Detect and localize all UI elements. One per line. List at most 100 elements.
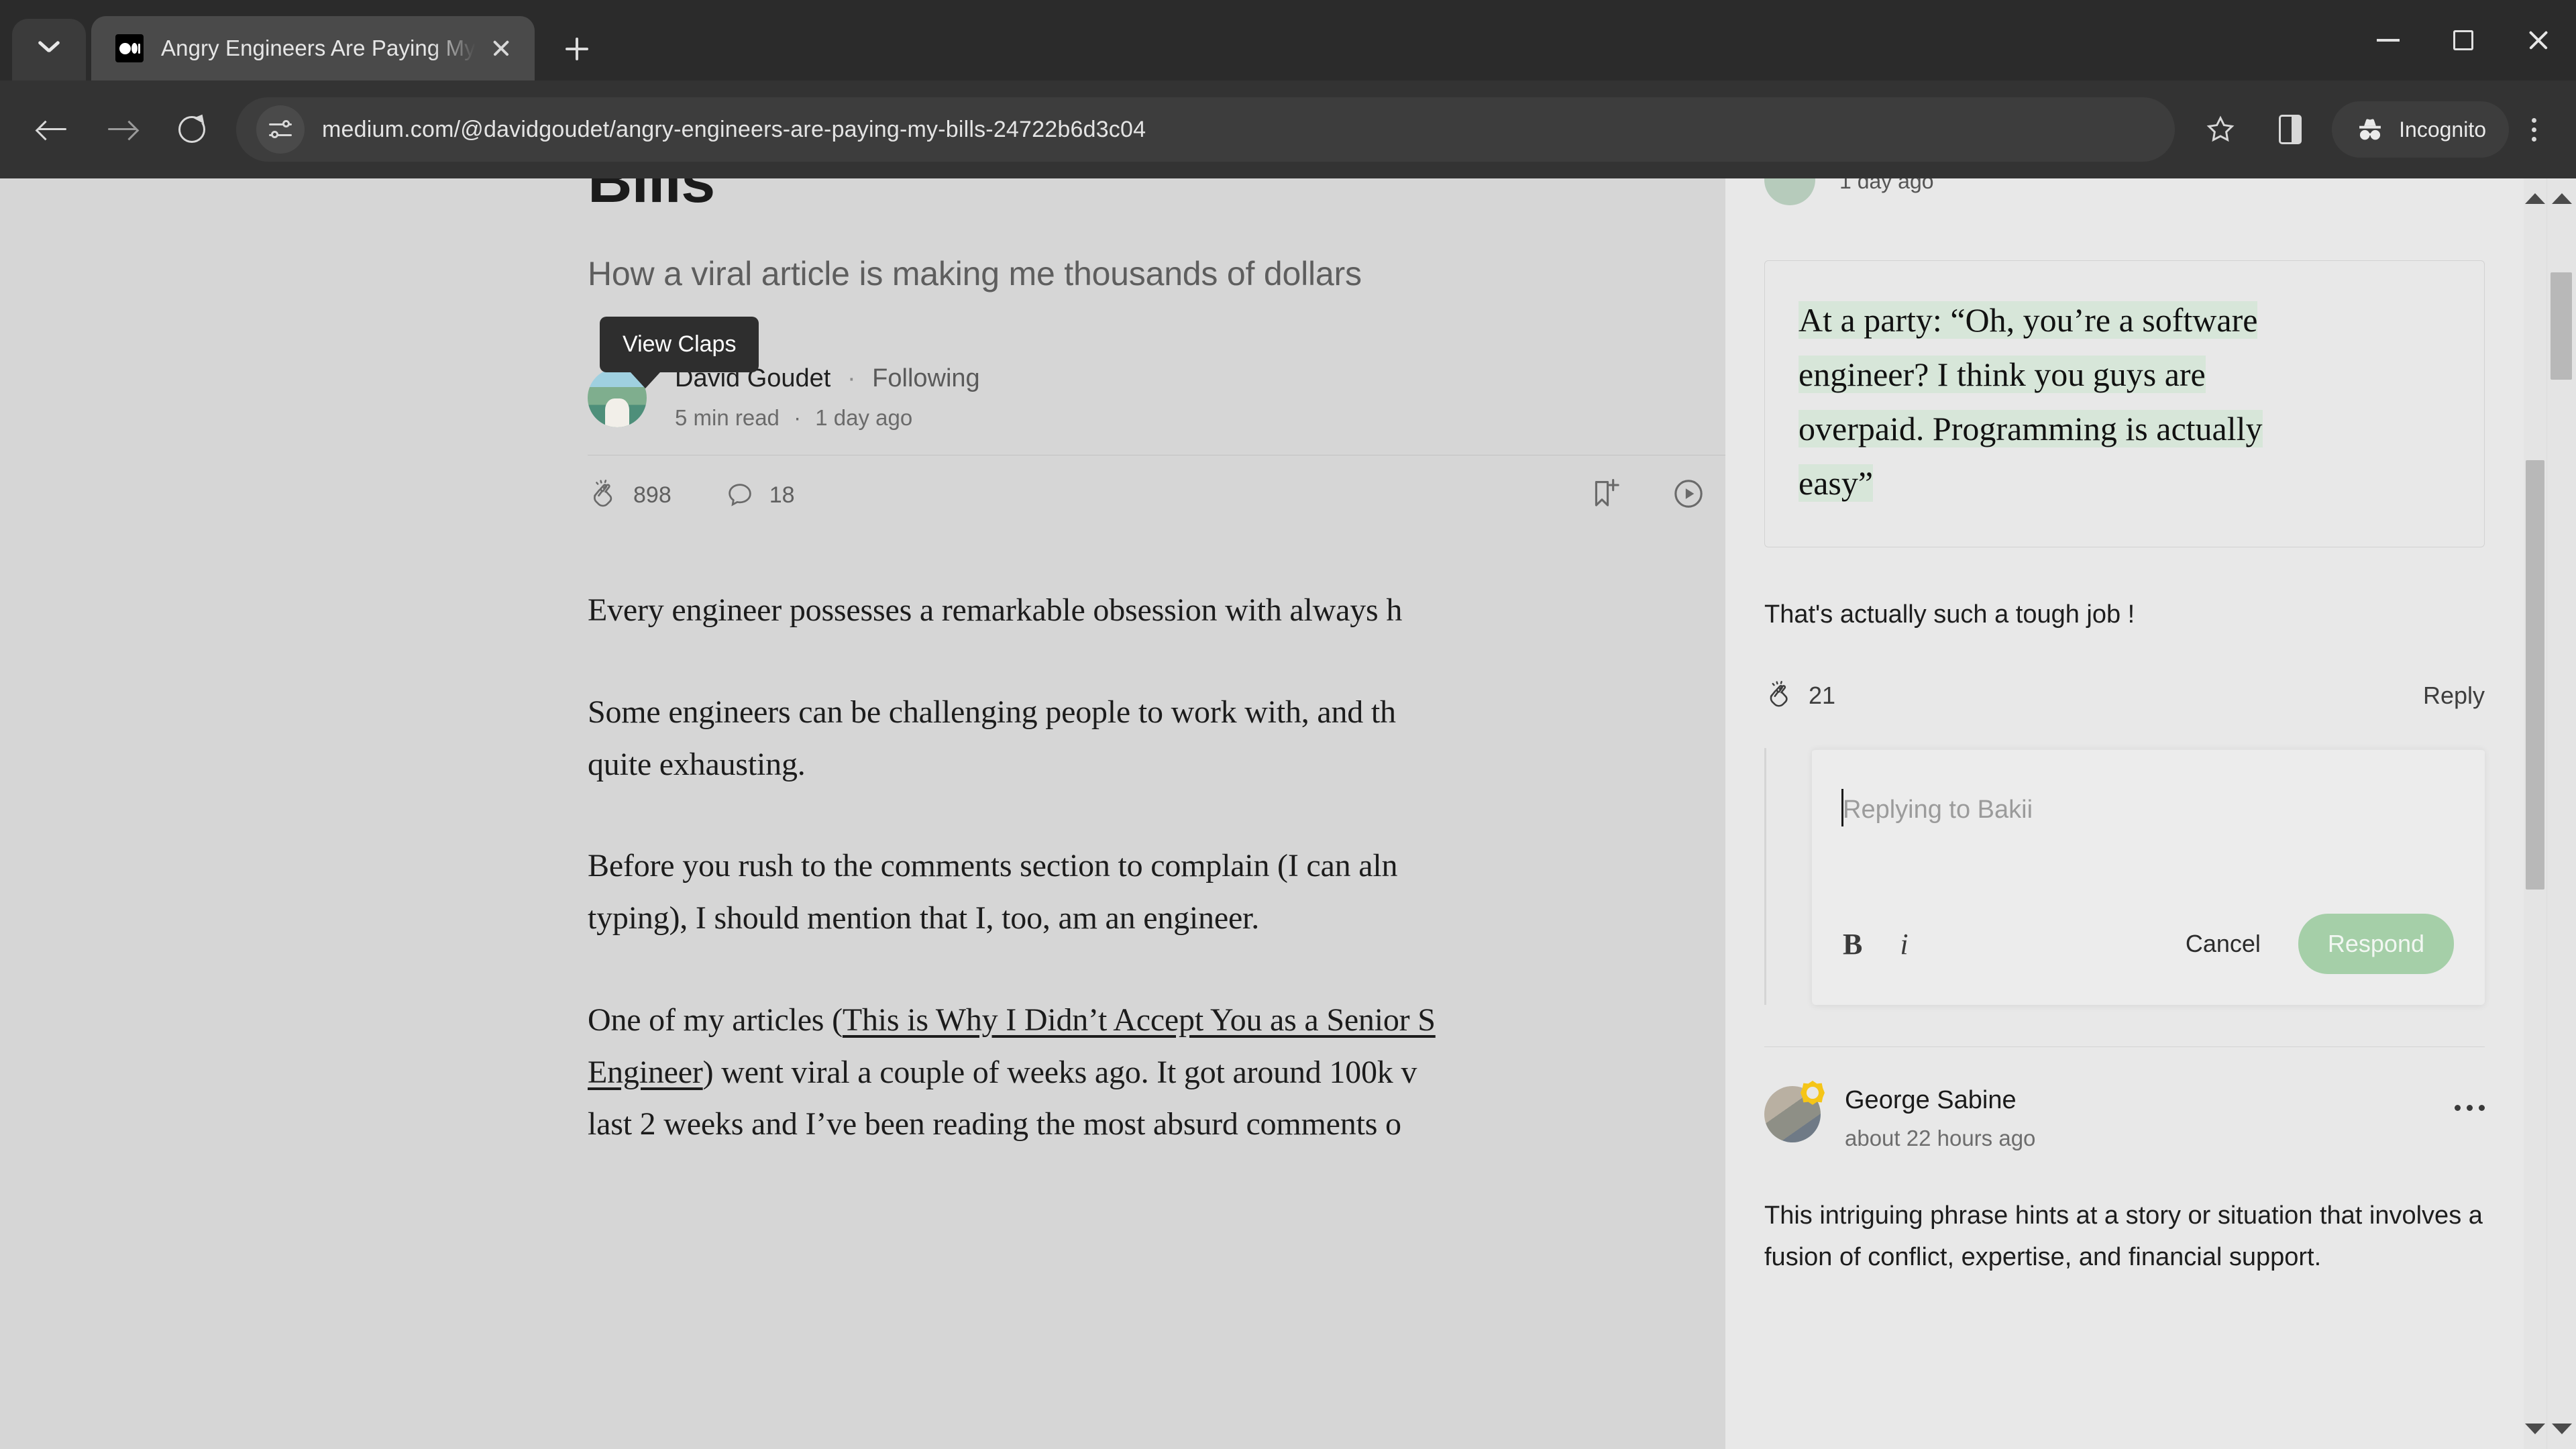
paragraph-prefix: One of my articles ( xyxy=(588,1002,843,1038)
article-subtitle: How a viral article is making me thousan… xyxy=(588,255,1362,293)
article-link[interactable]: This is Why I Didn’t Accept You as a Sen… xyxy=(843,1002,1436,1038)
quote-line: easy” xyxy=(1799,464,1874,502)
comment-body: That's actually such a tough job ! xyxy=(1764,600,2135,629)
panel-scrollbar-thumb[interactable] xyxy=(2526,460,2544,890)
reply-thread-indent: Replying to Bakii B i Cancel Respond xyxy=(1764,748,2485,1005)
scroll-down-icon[interactable] xyxy=(2525,1424,2545,1434)
commenter-avatar[interactable] xyxy=(1764,178,1815,205)
respond-button[interactable]: Respond xyxy=(2298,914,2454,974)
save-button[interactable] xyxy=(1589,477,1622,514)
close-icon xyxy=(2526,28,2551,52)
kebab-dot xyxy=(2531,136,2536,142)
arrow-left-icon xyxy=(38,117,66,142)
scroll-up-icon[interactable] xyxy=(2551,193,2572,204)
view-claps-tooltip: View Claps xyxy=(600,317,759,388)
plus-icon xyxy=(565,38,588,60)
comments-count: 18 xyxy=(769,482,795,508)
quoted-highlight-card[interactable]: At a party: “Oh, you’re a software engin… xyxy=(1764,260,2485,547)
incognito-indicator[interactable]: Incognito xyxy=(2332,101,2509,158)
kebab-dot xyxy=(2455,1105,2461,1111)
article-paragraph: quite exhausting. xyxy=(588,746,806,782)
panel-scrollbar[interactable] xyxy=(2524,178,2546,1449)
paragraph-suffix: ) went viral a couple of weeks ago. It g… xyxy=(702,1054,1417,1090)
arrow-right-icon xyxy=(108,117,136,142)
kebab-dot xyxy=(2467,1105,2473,1111)
text-caret xyxy=(1841,789,1843,826)
comment-text: This intriguing phrase hints at a story … xyxy=(1764,1201,2483,1271)
forward-button[interactable] xyxy=(87,95,157,164)
previous-comment-header: 1 day ago xyxy=(1764,178,2485,207)
reply-placeholder: Replying to Bakii xyxy=(1843,796,2033,824)
site-info-icon[interactable] xyxy=(256,105,305,154)
comment-author[interactable]: George Sabine xyxy=(1845,1086,2035,1115)
listen-button[interactable] xyxy=(1672,477,1705,514)
kebab-dot xyxy=(2531,127,2536,132)
star-icon xyxy=(2206,115,2235,142)
close-window-button[interactable] xyxy=(2501,0,2576,80)
article-link-continued[interactable]: Engineer xyxy=(588,1055,703,1090)
browser-window: Angry Engineers Are Paying My medium.com… xyxy=(0,0,2576,1449)
tab-search-button[interactable] xyxy=(12,19,86,80)
article-paragraph: Some engineers can be challenging people… xyxy=(588,694,1396,730)
page-scrollbar-thumb[interactable] xyxy=(2551,272,2572,380)
comment-timestamp: about 22 hours ago xyxy=(1845,1126,2036,1150)
italic-button[interactable]: i xyxy=(1900,927,1908,961)
article-paragraph-with-link: One of my articles (This is Why I Didn’t… xyxy=(588,994,1728,1046)
comment-claps-button[interactable]: 21 xyxy=(1764,681,1835,710)
article-paragraph: typing), I should mention that I, too, a… xyxy=(588,900,1259,936)
side-panel-button[interactable] xyxy=(2255,95,2325,164)
chrome-menu-button[interactable] xyxy=(2509,95,2559,164)
page-scrollbar[interactable] xyxy=(2546,178,2576,1449)
article-paragraph-line: Engineer) went viral a couple of weeks a… xyxy=(588,1046,1728,1099)
clap-icon xyxy=(1770,681,1788,707)
kebab-dot xyxy=(2531,117,2536,123)
incognito-label: Incognito xyxy=(2399,117,2486,142)
address-bar[interactable]: medium.com/@davidgoudet/angry-engineers-… xyxy=(236,97,2176,162)
bookmark-plus-icon xyxy=(1595,478,1619,506)
kebab-dot xyxy=(2479,1105,2485,1111)
close-tab-icon[interactable] xyxy=(482,30,520,67)
tab-strip: Angry Engineers Are Paying My xyxy=(0,0,2576,80)
browser-tab[interactable]: Angry Engineers Are Paying My xyxy=(91,16,535,80)
minimize-icon xyxy=(2377,39,2400,42)
reply-textarea[interactable]: Replying to Bakii xyxy=(1812,750,2485,898)
avatar[interactable] xyxy=(1764,1081,1825,1142)
clap-icon xyxy=(594,480,612,507)
byline-separator: · xyxy=(847,364,856,393)
published-time: 1 day ago xyxy=(815,405,913,431)
claps-count: 898 xyxy=(633,482,672,508)
following-button[interactable]: Following xyxy=(872,364,980,392)
scroll-up-icon[interactable] xyxy=(2525,193,2545,204)
play-circle-icon xyxy=(1674,479,1703,508)
side-panel-icon xyxy=(2279,115,2302,144)
verified-badge-icon xyxy=(1801,1081,1825,1105)
reply-button[interactable]: Reply xyxy=(2423,682,2485,710)
medium-favicon-icon xyxy=(115,34,144,62)
cancel-button[interactable]: Cancel xyxy=(2186,930,2261,958)
url-text: medium.com/@davidgoudet/angry-engineers-… xyxy=(322,116,1146,142)
article-paragraph-line: last 2 weeks and I’ve been reading the m… xyxy=(588,1106,1401,1142)
comment-timestamp: 1 day ago xyxy=(1839,178,1934,193)
reload-button[interactable] xyxy=(157,95,227,164)
bold-button[interactable]: B xyxy=(1843,927,1862,961)
back-button[interactable] xyxy=(17,95,87,164)
comment-claps-count: 21 xyxy=(1809,682,1836,709)
quote-text: At a party: “Oh, you’re a software engin… xyxy=(1799,293,2451,511)
bookmark-button[interactable] xyxy=(2186,95,2255,164)
reply-editor: Replying to Bakii B i Cancel Respond xyxy=(1812,748,2485,1005)
tab-title: Angry Engineers Are Paying My xyxy=(161,36,476,60)
reload-icon xyxy=(178,116,205,143)
maximize-button[interactable] xyxy=(2426,0,2501,80)
maximize-icon xyxy=(2453,30,2473,50)
new-tab-button[interactable] xyxy=(552,24,602,74)
comment-divider xyxy=(1764,1046,2485,1047)
article-content: Bills How a viral article is making me t… xyxy=(588,178,1728,1150)
claps-button[interactable]: 898 xyxy=(588,480,672,511)
comment-more-button[interactable] xyxy=(2455,1086,2485,1111)
article-title: Bills xyxy=(588,178,715,215)
scroll-down-icon[interactable] xyxy=(2551,1424,2572,1434)
read-time: 5 min read xyxy=(675,405,780,431)
page-viewport: Bills How a viral article is making me t… xyxy=(0,178,2576,1449)
comments-button[interactable]: 18 xyxy=(725,480,795,510)
minimize-button[interactable] xyxy=(2351,0,2426,80)
